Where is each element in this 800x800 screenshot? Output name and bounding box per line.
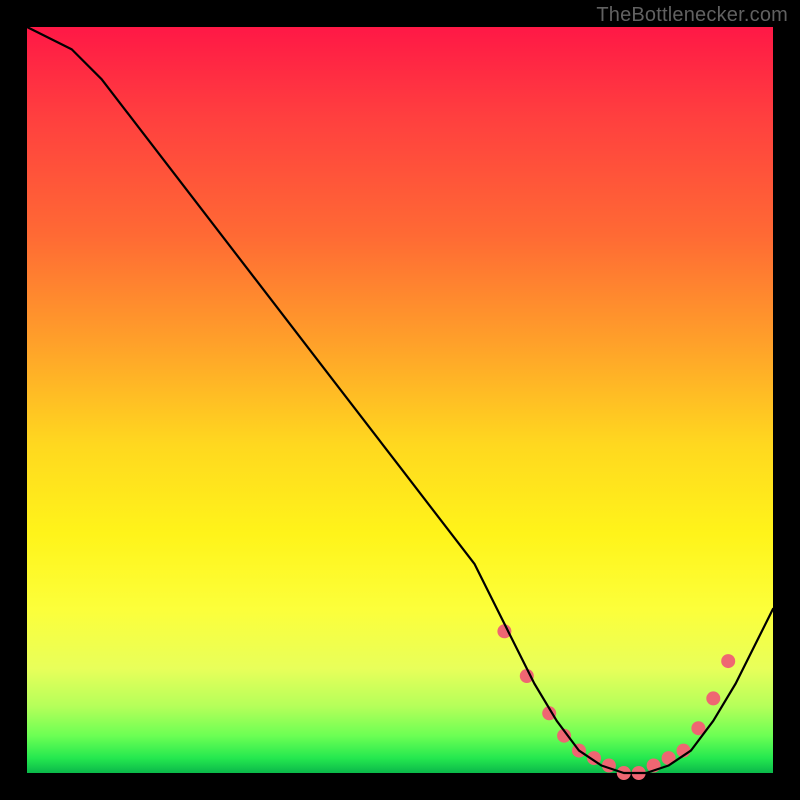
attribution-text: TheBottlenecker.com: [596, 4, 788, 27]
curve: [27, 27, 773, 773]
marker-dot: [721, 654, 735, 668]
chart-container: TheBottlenecker.com: [0, 0, 800, 800]
line-plot: [27, 27, 773, 773]
trough-markers: [497, 624, 735, 780]
plot-area: [27, 27, 773, 773]
marker-dot: [706, 691, 720, 705]
